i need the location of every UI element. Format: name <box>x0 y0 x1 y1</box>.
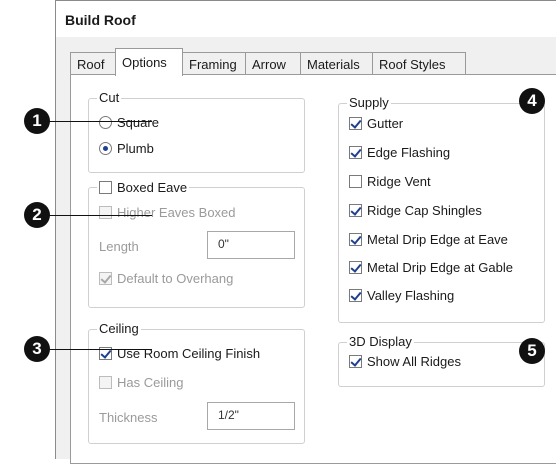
eave-group: Boxed Eave Higher Eaves Boxed Length 0" … <box>88 180 305 308</box>
ceiling-group: Ceiling Use Room Ceiling Finish Has Ceil… <box>88 321 305 444</box>
higher-eaves-box[interactable] <box>99 206 112 219</box>
length-field[interactable]: 0" <box>207 231 295 259</box>
build-roof-dialog: Build Roof Roof Options Framing Arrow Ma… <box>55 0 556 464</box>
metal-drip-eave-label: Metal Drip Edge at Eave <box>367 232 508 247</box>
callout-2: 2 <box>24 202 50 228</box>
default-overhang-checkbox[interactable]: Default to Overhang <box>99 271 233 286</box>
tab-materials[interactable]: Materials <box>300 52 373 74</box>
display3d-group: 3D Display Show All Ridges <box>338 334 545 387</box>
tab-arrow[interactable]: Arrow <box>245 52 301 74</box>
tab-label: Options <box>122 55 167 70</box>
ridge-cap-shingles-label: Ridge Cap Shingles <box>367 203 482 218</box>
edge-flashing-label: Edge Flashing <box>367 145 451 160</box>
boxed-eave-checkbox[interactable]: Boxed Eave <box>97 180 190 195</box>
tab-label: Framing <box>189 57 237 72</box>
show-all-ridges-label: Show All Ridges <box>367 354 461 369</box>
metal-drip-eave-box[interactable] <box>349 233 362 246</box>
plumb-radio[interactable]: Plumb <box>99 141 154 156</box>
valley-flashing-checkbox[interactable]: Valley Flashing <box>349 288 454 303</box>
show-all-ridges-box[interactable] <box>349 355 362 368</box>
has-ceiling-label: Has Ceiling <box>117 375 184 390</box>
cut-group: Cut Square Plumb <box>88 90 305 173</box>
square-radio-button[interactable] <box>99 116 112 129</box>
edge-flashing-box[interactable] <box>349 146 362 159</box>
boxed-eave-box[interactable] <box>99 181 112 194</box>
metal-drip-gable-checkbox[interactable]: Metal Drip Edge at Gable <box>349 260 513 275</box>
show-all-ridges-checkbox[interactable]: Show All Ridges <box>349 354 461 369</box>
valley-flashing-box[interactable] <box>349 289 362 302</box>
callout-3-leader <box>48 349 152 350</box>
has-ceiling-box[interactable] <box>99 376 112 389</box>
higher-eaves-checkbox[interactable]: Higher Eaves Boxed <box>99 205 236 220</box>
ridge-cap-shingles-box[interactable] <box>349 204 362 217</box>
ridge-vent-label: Ridge Vent <box>367 174 431 189</box>
length-label: Length <box>99 239 139 254</box>
callout-3: 3 <box>24 336 50 362</box>
square-label: Square <box>117 115 159 130</box>
metal-drip-gable-box[interactable] <box>349 261 362 274</box>
valley-flashing-label: Valley Flashing <box>367 288 455 303</box>
title-bar: Build Roof <box>56 1 556 37</box>
callout-1-leader <box>48 121 152 122</box>
tab-roof-styles[interactable]: Roof Styles <box>372 52 466 74</box>
callout-1: 1 <box>24 108 50 134</box>
ceiling-legend: Ceiling <box>97 321 141 336</box>
callout-2-leader <box>48 215 152 216</box>
cut-legend: Cut <box>97 90 122 105</box>
square-radio[interactable]: Square <box>99 115 159 130</box>
thickness-label: Thickness <box>99 410 158 425</box>
edge-flashing-checkbox[interactable]: Edge Flashing <box>349 145 450 160</box>
display3d-legend: 3D Display <box>347 334 414 349</box>
ridge-cap-shingles-checkbox[interactable]: Ridge Cap Shingles <box>349 203 482 218</box>
tab-label: Arrow <box>252 57 286 72</box>
callout-5: 5 <box>519 338 545 364</box>
default-overhang-box[interactable] <box>99 272 112 285</box>
tab-label: Roof Styles <box>379 57 446 72</box>
dialog-title: Build Roof <box>65 12 136 28</box>
tab-label: Materials <box>307 57 360 72</box>
metal-drip-gable-label: Metal Drip Edge at Gable <box>367 260 513 275</box>
tab-options[interactable]: Options <box>115 48 183 76</box>
ridge-vent-checkbox[interactable]: Ridge Vent <box>349 174 431 189</box>
tab-roof[interactable]: Roof <box>70 52 116 74</box>
boxed-eave-label: Boxed Eave <box>117 180 188 195</box>
plumb-radio-button[interactable] <box>99 142 112 155</box>
supply-group: Supply Gutter Edge Flashing Ridge Vent R… <box>338 95 545 323</box>
thickness-field[interactable]: 1/2" <box>207 402 295 430</box>
has-ceiling-checkbox[interactable]: Has Ceiling <box>99 375 183 390</box>
default-overhang-label: Default to Overhang <box>117 271 234 286</box>
metal-drip-eave-checkbox[interactable]: Metal Drip Edge at Eave <box>349 232 508 247</box>
gutter-checkbox[interactable]: Gutter <box>349 116 403 131</box>
tab-framing[interactable]: Framing <box>182 52 246 74</box>
plumb-label: Plumb <box>117 141 154 156</box>
ridge-vent-box[interactable] <box>349 175 362 188</box>
higher-eaves-label: Higher Eaves Boxed <box>117 205 236 220</box>
tab-label: Roof <box>77 57 105 72</box>
options-panel: Cut Square Plumb Boxed Eave Higher Eaves… <box>70 74 556 464</box>
gutter-label: Gutter <box>367 116 404 131</box>
supply-legend: Supply <box>347 95 391 110</box>
callout-4: 4 <box>519 88 545 114</box>
gutter-box[interactable] <box>349 117 362 130</box>
